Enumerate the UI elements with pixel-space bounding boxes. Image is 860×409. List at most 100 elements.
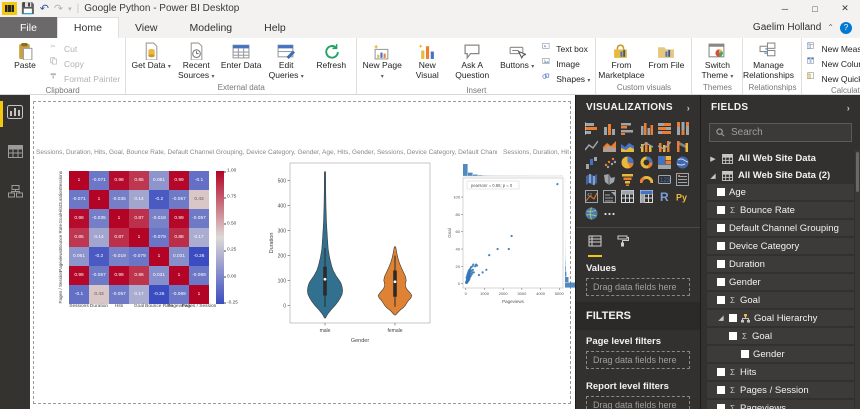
new-measure-button[interactable]: New Measure [805,42,860,55]
enter-data-button[interactable]: Enter Data [219,40,263,72]
field-device-category[interactable]: Device Category [707,238,854,254]
new-page-button[interactable]: ✦New Page ▾ [360,40,404,82]
stacked-column-chart-icon[interactable] [602,121,616,135]
menu-tab-modeling[interactable]: Modeling [174,17,249,38]
maximize-button[interactable]: □ [800,0,830,17]
field-duration[interactable]: Duration [707,256,854,272]
report-filters-drop-zone[interactable]: Drag data fields here [586,396,690,409]
field-checkbox[interactable] [717,206,725,214]
filled-map-icon[interactable] [584,172,598,186]
field-pageviews[interactable]: ΣPageviews [707,400,854,409]
waterfall-chart-icon[interactable] [584,155,598,169]
qat-dropdown-icon[interactable]: ▾ [68,5,72,13]
from-marketplace-button[interactable]: From Marketplace [599,40,643,82]
100-stacked-column-chart-icon[interactable] [676,121,690,135]
gauge-icon[interactable] [639,172,653,186]
values-drop-zone[interactable]: Drag data fields here [586,278,690,296]
clustered-column-chart-icon[interactable] [639,121,653,135]
area-chart-icon[interactable] [602,138,616,152]
shapes-button[interactable]: Shapes ▾ [540,72,592,85]
field-gender[interactable]: Gender [707,346,854,362]
field-gender[interactable]: Gender [707,274,854,290]
from-file-button[interactable]: From File [644,40,688,72]
cut-button[interactable]: ✂Cut [48,42,122,55]
jointplot-scatter-visual[interactable]: 020406080100010002000300040005000Pagevie… [446,163,578,310]
pie-chart-icon[interactable] [621,155,635,169]
buttons-button[interactable]: Buttons ▾ [495,40,539,72]
menu-tab-view[interactable]: View [119,17,174,38]
field-checkbox[interactable] [717,278,725,286]
100-stacked-bar-chart-icon[interactable] [657,121,671,135]
field-checkbox[interactable] [741,350,749,358]
get-data-button[interactable]: Get Data ▾ [129,40,173,72]
field-goal[interactable]: ΣGoal [707,328,854,344]
recent-sources-button[interactable]: Recent Sources ▾ [174,40,218,82]
field-checkbox[interactable] [717,368,725,376]
r-script-visual-icon[interactable]: R [657,189,671,203]
menu-tab-help[interactable]: Help [248,17,302,38]
save-icon[interactable]: 💾 [21,2,35,15]
report-canvas[interactable]: Sessions, Duration, Hits, Goal, Bounce R… [30,95,575,409]
line-chart-icon[interactable] [584,138,598,152]
new-column-button[interactable]: New Column [805,57,860,70]
slicer-icon[interactable] [602,189,616,203]
field-checkbox[interactable] [717,242,725,250]
donut-chart-icon[interactable] [639,155,653,169]
new-quick-measure-button[interactable]: New Quick Measure [805,72,860,85]
matrix-icon[interactable] [639,189,653,203]
fields-table-all-web-site-data-2[interactable]: ◢All Web Site Data (2) [701,167,860,184]
sidebar-model-view-button[interactable] [0,181,30,207]
line-clustered-column-chart-icon[interactable] [657,138,671,152]
python-visual-icon[interactable]: Py [676,189,690,203]
collapse-ribbon-icon[interactable]: ⌃ [827,23,834,32]
close-button[interactable]: ✕ [830,0,860,17]
ribbon-chart-icon[interactable] [676,138,690,152]
page-filters-drop-zone[interactable]: Drag data fields here [586,351,690,369]
undo-icon[interactable]: ↶ [40,2,49,15]
menu-tab-home[interactable]: Home [57,17,119,38]
copy-button[interactable]: Copy [48,57,122,70]
sidebar-report-view-button[interactable] [0,101,30,127]
kpi-icon[interactable]: 42 [584,189,598,203]
sidebar-data-view-button[interactable] [0,141,30,167]
card-icon[interactable]: 123 [657,172,671,186]
field-checkbox[interactable] [717,224,725,232]
arcgis-map-icon[interactable] [584,206,598,220]
field-pages-session[interactable]: ΣPages / Session [707,382,854,398]
field-checkbox[interactable] [717,386,725,394]
line-stacked-column-chart-icon[interactable] [639,138,653,152]
menu-tab-file[interactable]: File [0,17,57,38]
field-goal-hierarchy[interactable]: ◢Goal Hierarchy [707,310,854,326]
stacked-area-chart-icon[interactable] [621,138,635,152]
field-checkbox[interactable] [717,404,725,409]
redo-icon[interactable]: ↷ [54,2,63,15]
minimize-button[interactable]: ─ [770,0,800,17]
signed-in-user[interactable]: Gaelim Holland [753,22,821,33]
paste-button[interactable]: Paste [3,40,47,72]
field-hits[interactable]: ΣHits [707,364,854,380]
field-bounce-rate[interactable]: ΣBounce Rate [707,202,854,218]
fields-scrollbar[interactable] [855,150,860,409]
table-icon[interactable] [621,189,635,203]
refresh-button[interactable]: Refresh [309,40,353,72]
expanded-arrow-icon[interactable]: ◢ [709,172,717,180]
switch-theme-button[interactable]: Switch Theme ▾ [695,40,739,82]
scatter-chart-icon[interactable] [602,155,616,169]
collapsed-arrow-icon[interactable]: ▶ [709,155,717,163]
stacked-bar-chart-icon[interactable] [584,121,598,135]
field-default-channel-grouping[interactable]: Default Channel Grouping [707,220,854,236]
field-checkbox[interactable] [717,296,725,304]
field-goal[interactable]: ΣGoal [707,292,854,308]
ask-a-question-button[interactable]: Ask A Question [450,40,494,82]
field-checkbox[interactable] [717,188,725,196]
shape-map-icon[interactable] [602,172,616,186]
fields-pane-tab[interactable] [588,234,602,257]
fields-search-input[interactable]: Search [709,123,852,142]
map-icon[interactable] [676,155,690,169]
correlation-heatmap-visual[interactable]: SessionsDurationHitsGoalBounce RatePagev… [58,171,244,313]
multi-row-card-icon[interactable] [676,172,690,186]
manage-relationships-button[interactable]: Manage Relationships [746,40,790,82]
format-painter-button[interactable]: Format Painter [48,72,122,85]
collapse-visualizations-icon[interactable]: › [687,103,690,113]
fields-table-all-web-site-data[interactable]: ▶All Web Site Data [701,150,860,167]
